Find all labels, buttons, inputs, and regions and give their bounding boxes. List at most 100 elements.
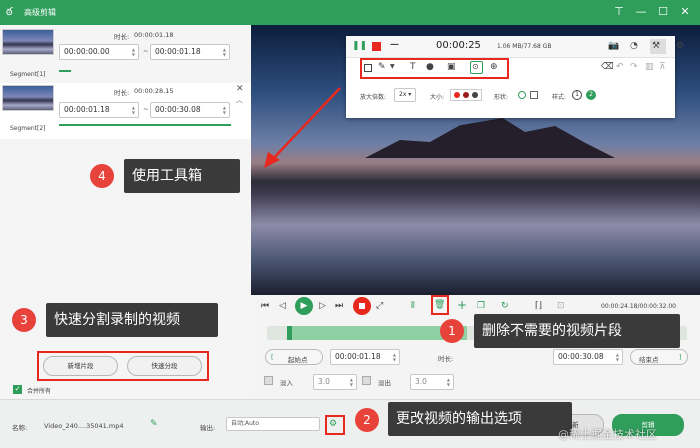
delete-icon[interactable]: ▥ (645, 61, 654, 73)
skip-start-icon[interactable]: ⏮ (261, 300, 269, 312)
zoom-select[interactable]: 2x ▾ (394, 88, 416, 102)
segment-label: Segment[2] (10, 125, 46, 132)
refresh-icon[interactable]: ↻ (501, 300, 509, 312)
output-settings-icon[interactable]: ⚙ (329, 418, 337, 430)
add-icon[interactable]: + (457, 299, 467, 311)
range-separator: ~ (143, 47, 149, 55)
stop-icon[interactable] (372, 42, 381, 51)
segment-thumbnail (2, 85, 54, 111)
output-select[interactable]: 自动;Auto (226, 417, 320, 431)
red-swatch[interactable] (454, 92, 460, 98)
minimize-button[interactable]: — (632, 4, 650, 20)
prev-frame-icon[interactable]: ◁ (279, 300, 286, 312)
circle-shape-icon[interactable] (518, 91, 526, 99)
trim-start-input[interactable]: 00:00:01.18 ▲ ▼ (330, 349, 400, 365)
fade-out-input[interactable]: 3.0 ▲ ▼ (410, 374, 454, 390)
fullscreen-icon[interactable]: ⤢ (376, 300, 383, 312)
close-segment-icon[interactable]: ✕ (236, 84, 244, 94)
stop-icon (359, 303, 365, 309)
text-icon[interactable]: T (410, 61, 416, 73)
fade-out-checkbox[interactable] (362, 376, 371, 385)
clock-icon[interactable]: ◔ (630, 40, 638, 52)
trash-icon[interactable]: 🗑 (434, 299, 445, 311)
edit-icon[interactable]: ✎ (150, 418, 158, 430)
style-label: 样式: (552, 94, 567, 101)
step-callout: 使用工具箱 (124, 159, 240, 193)
window-title: 高级剪辑 (24, 8, 56, 17)
range-separator: ~ (143, 105, 149, 113)
pointer-arrow (264, 87, 341, 168)
title-bar: ఠ 高级剪辑 ⊤ — ☐ ✕ (0, 0, 700, 25)
sticker-icon[interactable]: ● (426, 61, 434, 73)
recorder-toolbox: ❚❚ — 00:00:25 1.06 MB/77.68 GB 📷 ◔ ⚒ ⚙ ✎… (346, 36, 675, 118)
darkred-swatch[interactable] (463, 92, 469, 98)
step-callout: 删除不需要的视频片段 (474, 314, 680, 348)
next-frame-icon[interactable]: ▷ (319, 300, 326, 312)
snapshot-icon[interactable]: ⊡ (557, 300, 565, 312)
segment-start-input[interactable]: 00:00:00.00 ▲ ▼ (59, 44, 139, 60)
pen-icon[interactable]: ✎ (378, 61, 386, 73)
duration-label: 时长: (114, 89, 130, 97)
shape-label: 形状: (494, 94, 509, 101)
black-swatch[interactable] (472, 92, 478, 98)
merge-all-label: 合并所有 (27, 388, 52, 395)
timeline-start-handle[interactable] (287, 326, 292, 340)
maximize-button[interactable]: ☐ (654, 4, 672, 20)
set-end-label: 结束点 (639, 356, 659, 364)
style-option-2[interactable]: 2 (586, 90, 596, 100)
segment-end-input[interactable]: 00:00:30.08 ▲ ▼ (150, 102, 230, 118)
undo-icon[interactable]: ↶ (616, 61, 624, 73)
briefcase-icon: ⚒ (652, 41, 661, 51)
step-callout: 更改视频的输出选项 (388, 402, 572, 436)
segment-progress (59, 70, 71, 72)
app-logo-icon: ఠ (6, 5, 13, 18)
segment-start-input[interactable]: 00:00:01.18 ▲ ▼ (59, 102, 139, 118)
duration-value: 00:00:01.18 (134, 31, 174, 39)
segment-end-input[interactable]: 00:00:01.18 ▲ ▼ (150, 44, 230, 60)
copy-icon[interactable]: ❐ (477, 300, 485, 312)
set-start-button[interactable]: [ 起始点 (265, 349, 323, 365)
square-shape-icon[interactable] (530, 91, 538, 99)
redo-icon[interactable]: ↷ (630, 61, 638, 73)
camera-icon[interactable]: 📷 (608, 40, 619, 52)
crop-icon[interactable]: ⌈⌋ (535, 300, 542, 312)
segment-progress (59, 124, 231, 126)
segment-panel: Segment[1] 时长: 00:00:01.18 00:00:00.00 ▲ ▼… (0, 25, 251, 399)
eraser-icon[interactable]: ⌫ (601, 61, 614, 73)
chevron-down-icon[interactable]: ▼ (390, 61, 395, 73)
record-time: 00:00:25 (436, 40, 481, 51)
collapse-icon[interactable]: ︿ (236, 95, 243, 105)
hide-icon[interactable]: — (390, 39, 399, 51)
segment-label: Segment[1] (10, 71, 46, 78)
image-icon[interactable]: ▣ (447, 61, 456, 73)
pause-icon[interactable]: ❚❚ (352, 40, 367, 52)
segment-item[interactable]: Segment[1] 时长: 00:00:01.18 00:00:00.00 ▲ ▼… (0, 27, 251, 83)
quick-split-button[interactable]: 快速分段 (127, 356, 202, 376)
fade-in-checkbox[interactable] (264, 376, 273, 385)
record-size: 1.06 MB/77.68 GB (497, 43, 552, 50)
rectangle-icon[interactable] (364, 64, 372, 72)
skip-end-icon[interactable]: ⏭ (335, 300, 343, 312)
new-segment-button[interactable]: 新增片段 (43, 356, 118, 376)
settings-icon[interactable]: ⚙ (676, 40, 684, 52)
style-option-1[interactable]: 1 (572, 90, 582, 100)
merge-all-checkbox[interactable]: ✓ (13, 385, 22, 394)
close-button[interactable]: ✕ (676, 4, 694, 20)
zoom-label: 放大倍数: (360, 94, 387, 101)
duration-label: 时长: (114, 33, 130, 41)
step-callout: 快速分割录制的视频 (46, 303, 218, 337)
step-badge: 1 (440, 319, 464, 343)
pin-icon[interactable]: ⊼ (659, 61, 666, 73)
trim-duration-label: 时长: (438, 355, 454, 363)
play-button[interactable]: ▶ (295, 297, 313, 315)
split-icon[interactable]: ⫴ (411, 300, 415, 312)
step-badge: 3 (12, 308, 36, 332)
set-end-button[interactable]: 结束点 ] (630, 349, 688, 365)
step-badge: 4 (90, 164, 114, 188)
pin-button[interactable]: ⊤ (610, 4, 628, 20)
spotlight-icon[interactable]: ⊕ (490, 61, 498, 73)
segment-item[interactable]: Segment[2] 时长: 00:00:28.15 ✕ ︿ 00:00:01.… (0, 83, 251, 139)
fade-in-input[interactable]: 3.0 ▲ ▼ (313, 374, 357, 390)
trim-end-input[interactable]: 00:00:30.08 ▲ ▼ (553, 349, 623, 365)
playback-time: 00:00:24.18/00:00:32.00 (601, 303, 676, 310)
